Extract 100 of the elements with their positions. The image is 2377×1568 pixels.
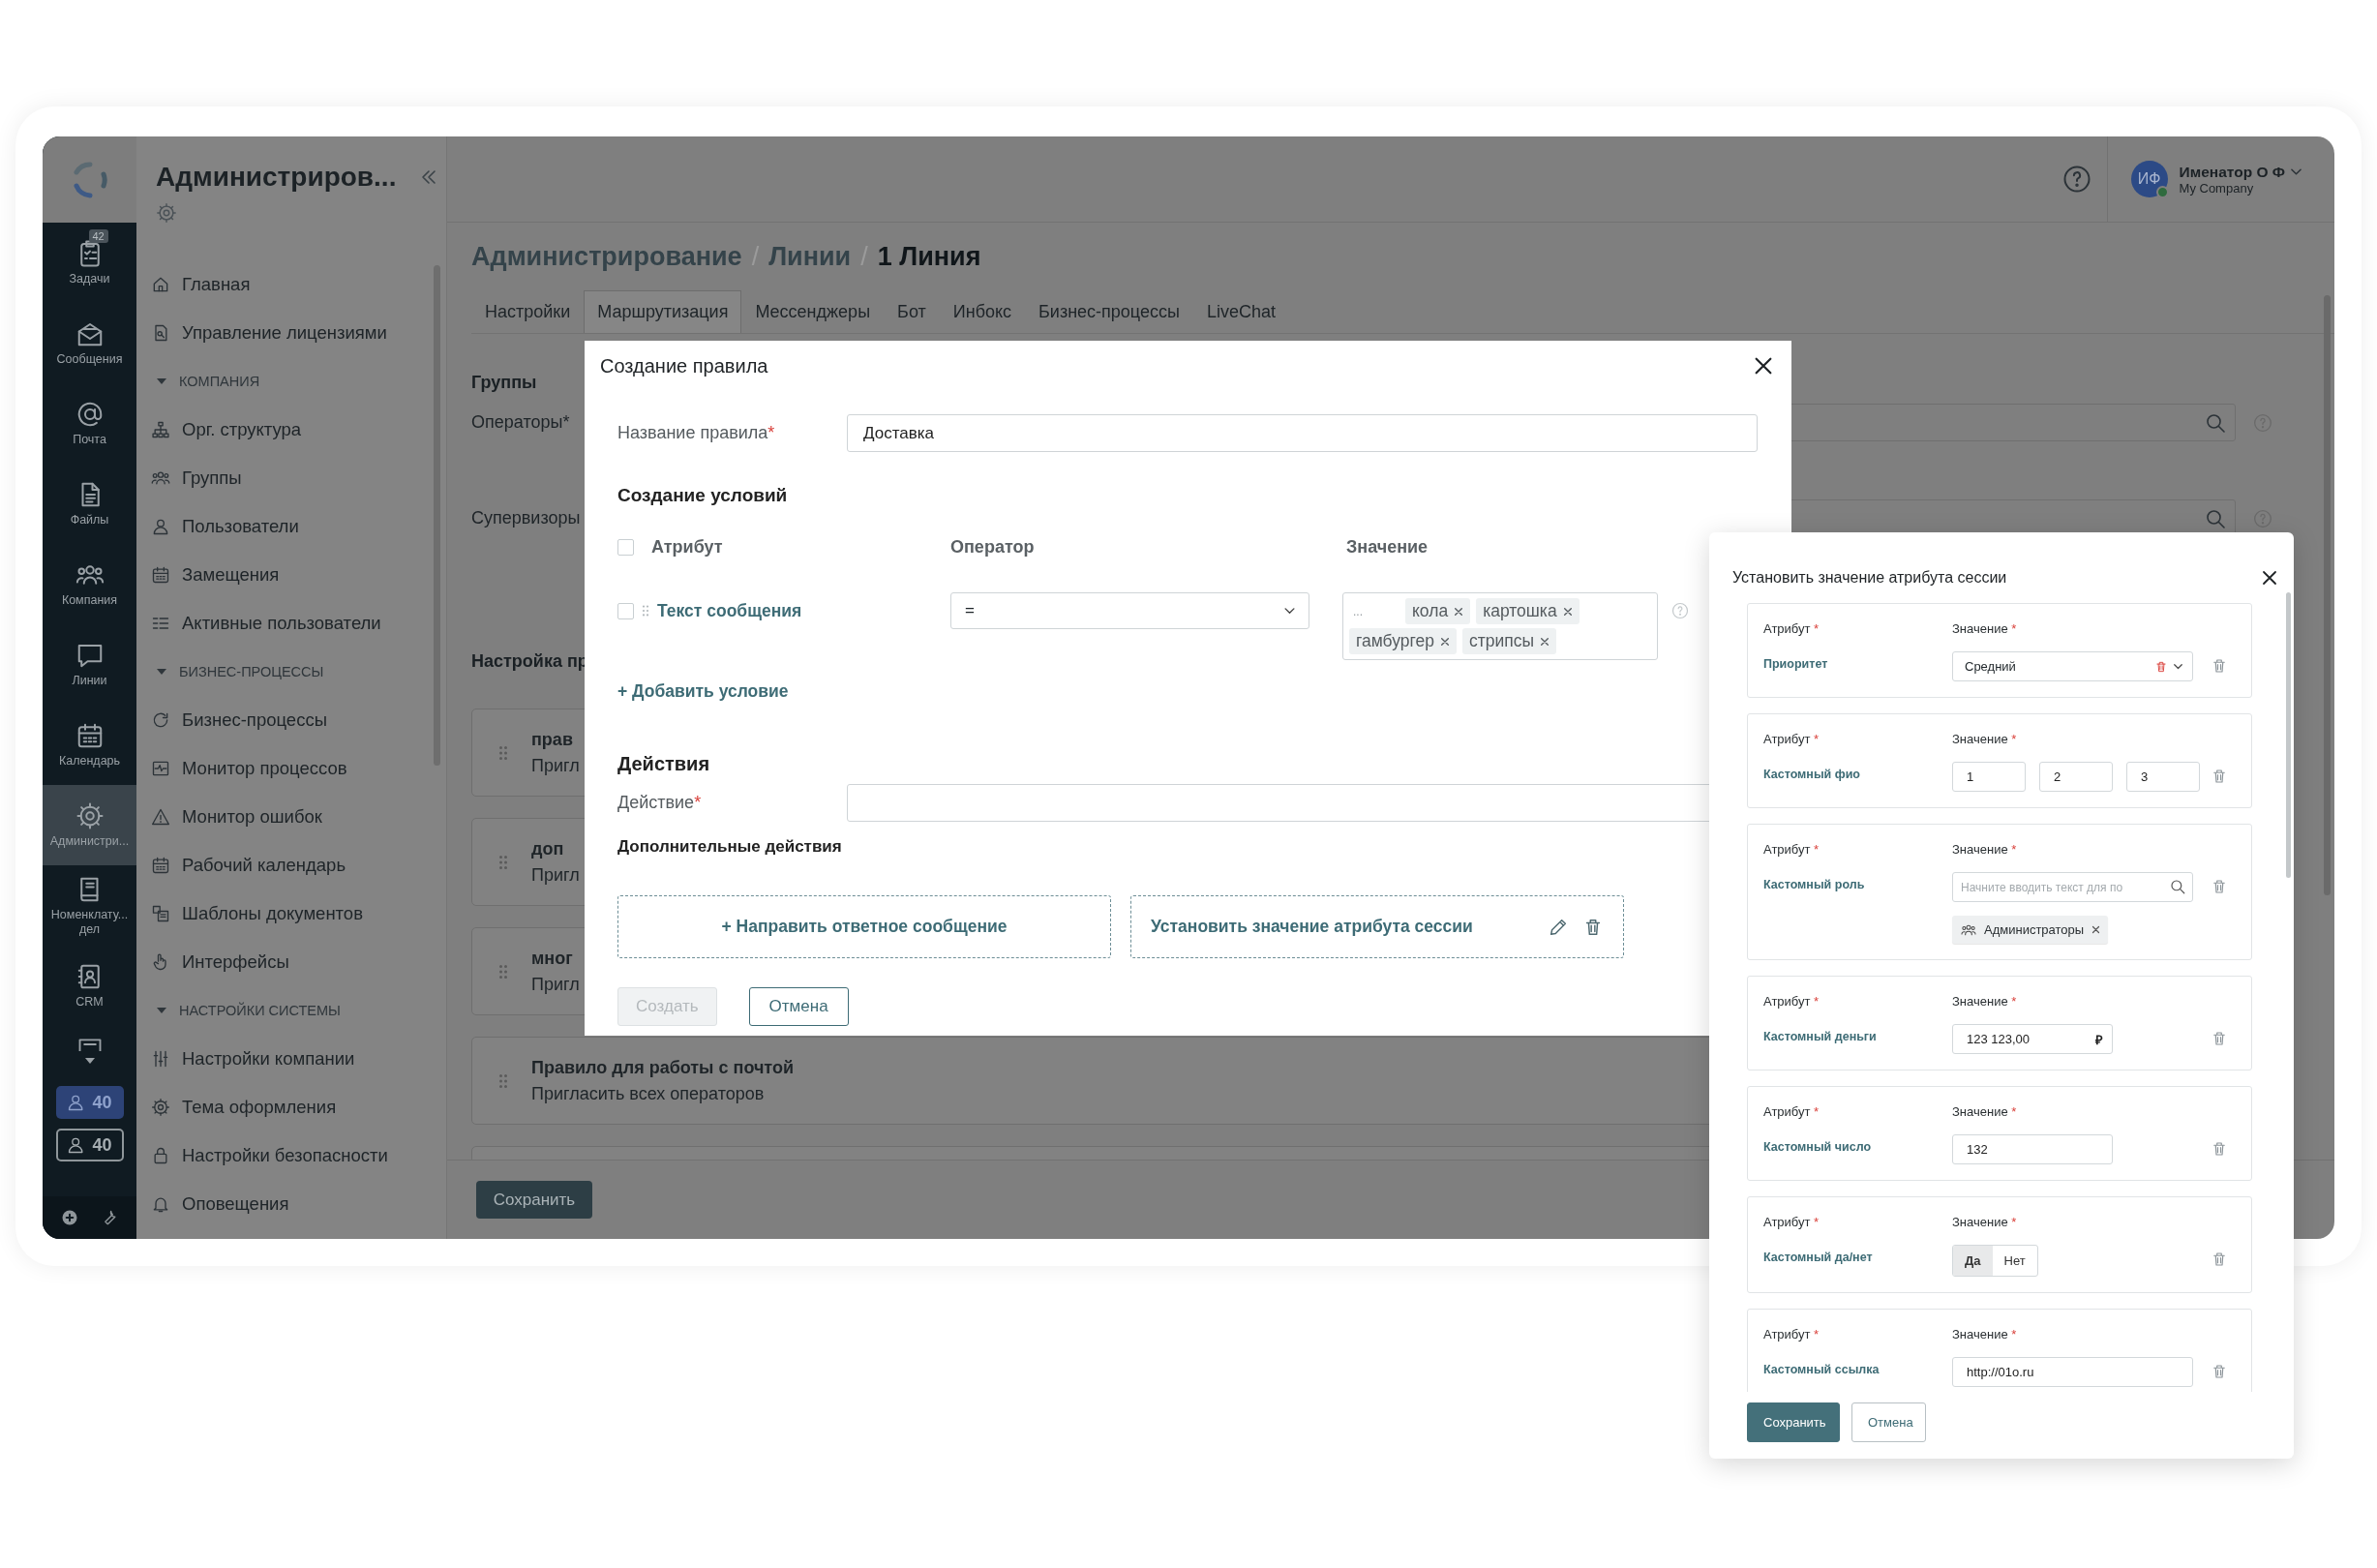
tab[interactable]: LiveChat	[1192, 290, 1289, 333]
search-field[interactable]: Начните вводить текст для по	[1952, 872, 2193, 902]
input-field[interactable]: 3	[2126, 762, 2200, 792]
trash-icon[interactable]	[2211, 878, 2228, 895]
user-name[interactable]: Именатор О Ф	[2179, 163, 2285, 181]
drag-handle-icon[interactable]	[498, 744, 508, 761]
sidebar-item[interactable]: Настройки безопасности	[136, 1131, 446, 1180]
input-field[interactable]: 1	[1952, 762, 2026, 792]
counter-button[interactable]: 40	[55, 1086, 124, 1119]
nav-item[interactable]: Сообщения	[43, 303, 136, 383]
drag-handle-icon[interactable]	[498, 963, 508, 980]
toggle-option[interactable]: Да	[1953, 1246, 1993, 1276]
tab[interactable]: Маршрутизация	[584, 290, 742, 333]
caret-icon[interactable]	[83, 1057, 96, 1065]
tag[interactable]: стрипсы	[1461, 628, 1557, 654]
checkbox[interactable]	[617, 602, 634, 619]
sidebar-item[interactable]: Бизнес-процессы	[136, 696, 446, 744]
save-button[interactable]: Сохранить	[476, 1181, 592, 1219]
chevron-down-icon[interactable]	[2291, 167, 2302, 176]
tag[interactable]: картошка	[1476, 598, 1580, 624]
input-field[interactable]: 123 123,00 ₽	[1952, 1024, 2113, 1054]
nav-item[interactable]: Номенклату... дел	[43, 865, 136, 946]
tab[interactable]: Бизнес-процессы	[1025, 290, 1193, 333]
tag[interactable]: кола	[1405, 598, 1471, 624]
sidebar-item[interactable]: Монитор процессов	[136, 744, 446, 793]
input-field[interactable]: 2	[2039, 762, 2113, 792]
add-condition-link[interactable]: + Добавить условие	[617, 680, 789, 702]
tab[interactable]: Настройки	[471, 290, 585, 333]
sidebar-item[interactable]: Группы	[136, 454, 446, 502]
attribute-name[interactable]: Кастомный да/нет	[1763, 1245, 1952, 1264]
section-header[interactable]: БИЗНЕС-ПРОЦЕССЫ	[136, 648, 446, 696]
trash-icon[interactable]	[2211, 657, 2228, 675]
close-icon[interactable]	[1454, 606, 1464, 617]
sidebar-item[interactable]: Пользователи	[136, 502, 446, 551]
close-icon[interactable]	[1753, 355, 1774, 377]
sidebar-item[interactable]: Интерфейсы	[136, 938, 446, 986]
input-field[interactable]: 132	[1952, 1134, 2113, 1164]
value-select[interactable]: Средний	[1952, 651, 2193, 681]
attribute-name[interactable]: Кастомный роль	[1763, 872, 1952, 891]
tab[interactable]: Инбокс	[939, 290, 1026, 333]
trash-icon[interactable]	[2211, 1030, 2228, 1047]
close-icon[interactable]	[2091, 925, 2101, 934]
nav-item[interactable]: Линии	[43, 624, 136, 705]
avatar[interactable]: ИФ	[2130, 161, 2168, 197]
nav-item[interactable]: CRM	[43, 946, 136, 1026]
section-header[interactable]: КОМПАНИЯ	[136, 357, 446, 406]
chip[interactable]: Администраторы	[1952, 916, 2109, 944]
nav-item[interactable]: Календарь	[43, 705, 136, 785]
nav-item[interactable]: Файлы	[43, 464, 136, 544]
sidebar-item[interactable]: Замещения	[136, 551, 446, 599]
trash-icon[interactable]	[2211, 1140, 2228, 1158]
operator-select[interactable]: =	[950, 592, 1309, 629]
sidebar-item[interactable]: Орг. структура	[136, 406, 446, 454]
sidebar-item[interactable]: Главная	[136, 260, 446, 309]
attribute-name[interactable]: Приоритет	[1763, 651, 1952, 671]
sidebar-item[interactable]: Активные пользователи	[136, 599, 446, 648]
attribute-name[interactable]: Кастомный ссылка	[1763, 1357, 1952, 1376]
trash-icon[interactable]	[2211, 768, 2228, 785]
close-icon[interactable]	[1562, 606, 1573, 617]
tag-field[interactable]: ... кола картошка гамбургер стрипсы	[1342, 592, 1658, 660]
close-icon[interactable]	[1540, 636, 1550, 647]
attribute-name[interactable]: Кастомный число	[1763, 1134, 1952, 1154]
tag[interactable]: гамбургер	[1349, 628, 1457, 654]
toggle-option[interactable]: Нет	[1992, 1246, 2037, 1276]
tab[interactable]: Бот	[884, 290, 940, 333]
checkbox[interactable]	[617, 538, 634, 556]
nav-item[interactable]: 42 Задачи	[43, 223, 136, 303]
drag-handle-icon[interactable]	[642, 604, 649, 618]
trash-icon[interactable]	[2211, 1363, 2228, 1380]
section-header[interactable]: НАСТРОЙКИ СИСТЕМЫ	[136, 986, 446, 1035]
sidebar-item[interactable]: Монитор ошибок	[136, 793, 446, 841]
sidebar-item[interactable]: Настройки компании	[136, 1035, 446, 1083]
trash-icon[interactable]	[2211, 1251, 2228, 1268]
drag-handle-icon[interactable]	[498, 1072, 508, 1089]
tab[interactable]: Мессенджеры	[741, 290, 885, 333]
cancel-button[interactable]: Отмена	[748, 987, 849, 1026]
nav-item[interactable]: Почта	[43, 383, 136, 464]
sidebar-item[interactable]: Управление лицензиями	[136, 309, 446, 357]
close-icon[interactable]	[2261, 569, 2278, 587]
nav-item[interactable]: Компания	[43, 544, 136, 624]
add-action-button[interactable]: + Направить ответное сообщение	[617, 895, 1111, 958]
sidebar-item[interactable]: Шаблоны документов	[136, 890, 446, 938]
scrollbar[interactable]	[2286, 592, 2291, 878]
help-icon[interactable]	[2061, 165, 2091, 194]
input-field[interactable]: http://01o.ru	[1952, 1357, 2193, 1387]
input-field[interactable]: Доставка	[847, 414, 1758, 452]
attribute-name[interactable]: Текст сообщения	[657, 600, 802, 621]
save-button[interactable]: Сохранить	[1747, 1402, 1840, 1442]
settings-icon[interactable]	[156, 202, 177, 224]
sidebar-item[interactable]: Рабочий календарь	[136, 841, 446, 890]
cancel-button[interactable]: Отмена	[1851, 1402, 1926, 1442]
search-icon[interactable]	[2169, 878, 2186, 895]
action-card[interactable]: Установить значение атрибута сессии	[1130, 895, 1624, 958]
attribute-name[interactable]: Кастомный фио	[1763, 762, 1952, 781]
help-icon[interactable]	[1671, 602, 1689, 619]
close-icon[interactable]	[1439, 636, 1450, 647]
sidebar-item[interactable]: Оповещения	[136, 1180, 446, 1228]
tag-input[interactable]: ...	[1349, 598, 1399, 624]
drag-handle-icon[interactable]	[498, 854, 508, 870]
trash-icon[interactable]	[2154, 659, 2168, 674]
